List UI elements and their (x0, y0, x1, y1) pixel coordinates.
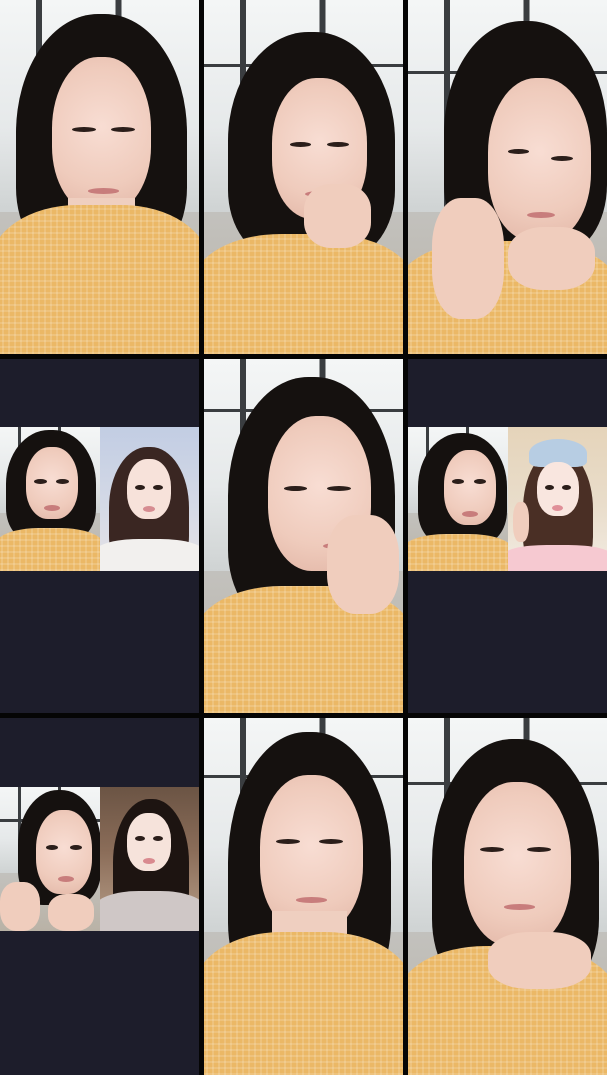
yellow-shirt (0, 205, 199, 354)
eye (507, 148, 530, 154)
lips (143, 857, 156, 864)
eye (479, 846, 504, 852)
yellow-shirt (0, 527, 100, 571)
duet-split (0, 787, 199, 931)
video-frame (204, 0, 403, 354)
eye (153, 484, 164, 490)
eye (55, 478, 69, 484)
pink-top (507, 545, 607, 571)
video-tile-1[interactable] (0, 0, 199, 354)
video-tile-3[interactable] (408, 0, 607, 354)
white-top (99, 539, 199, 571)
eye (69, 844, 82, 850)
eye (327, 141, 350, 147)
hand (431, 198, 504, 319)
eye (289, 141, 312, 147)
video-frame (204, 718, 403, 1075)
hand (507, 226, 596, 291)
duet-split (0, 427, 199, 571)
lips (295, 896, 328, 903)
duet-tile-2[interactable] (408, 359, 607, 713)
hand (327, 514, 399, 614)
lips (503, 903, 536, 910)
eye (527, 846, 552, 852)
eye (551, 155, 574, 161)
hand (47, 893, 94, 931)
yellow-shirt (408, 533, 508, 571)
duet-split (408, 427, 607, 571)
eye (451, 478, 464, 484)
video-frame (408, 427, 508, 571)
hand (0, 882, 40, 931)
eye (545, 484, 555, 490)
video-tile-6[interactable] (408, 718, 607, 1075)
lips (87, 187, 120, 194)
eye (33, 478, 47, 484)
video-tile-2[interactable] (204, 0, 403, 354)
eye (45, 844, 58, 850)
video-thumbnail-grid (0, 0, 607, 1075)
hand (487, 932, 592, 990)
eye (153, 835, 164, 841)
video-frame (0, 0, 199, 354)
video-frame (0, 427, 100, 571)
duet-right (99, 427, 199, 571)
video-frame (408, 0, 607, 354)
eye (562, 484, 572, 490)
duet-left (0, 427, 100, 571)
hand (513, 501, 530, 543)
duet-tile-3[interactable] (0, 718, 199, 1075)
lips (461, 510, 478, 517)
face (259, 775, 364, 933)
duet-right (507, 427, 607, 571)
video-tile-4[interactable] (204, 359, 403, 713)
hand (303, 184, 372, 248)
video-tile-5[interactable] (204, 718, 403, 1075)
yellow-shirt (204, 233, 403, 354)
duet-left (0, 787, 100, 931)
yellow-shirt (204, 932, 403, 1075)
video-frame (0, 787, 100, 931)
eye (473, 478, 486, 484)
lips (43, 504, 60, 511)
duet-left (408, 427, 508, 571)
video-frame (408, 718, 607, 1075)
video-frame (204, 359, 403, 713)
grey-top (99, 890, 199, 931)
eye (135, 484, 146, 490)
duet-tile-1[interactable] (0, 359, 199, 713)
duet-right (99, 787, 199, 931)
face (463, 782, 572, 947)
lips (552, 504, 564, 511)
